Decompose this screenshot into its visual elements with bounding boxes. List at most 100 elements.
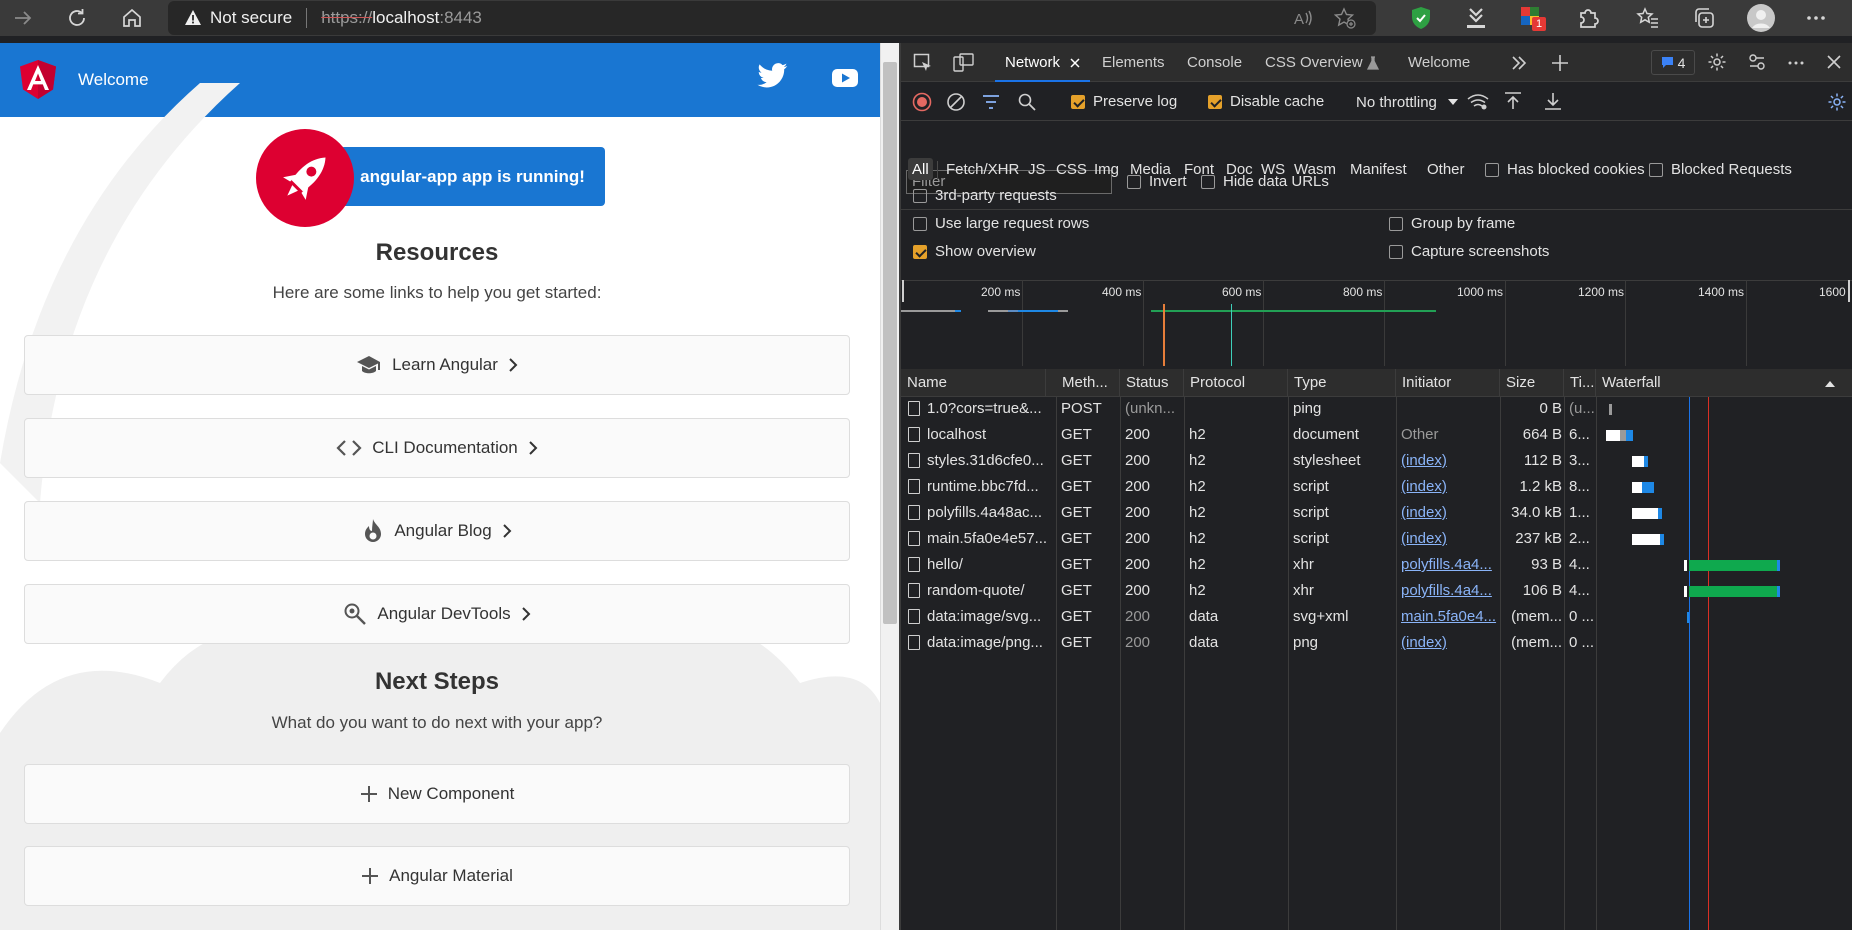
filter-toggle-button[interactable]: [982, 94, 1000, 110]
waterfall-bar[interactable]: [1689, 586, 1777, 597]
preserve-log-checkbox[interactable]: Preserve log: [1071, 93, 1177, 110]
type-filter-wasm[interactable]: Wasm: [1294, 158, 1336, 180]
waterfall-bar[interactable]: [1609, 404, 1612, 415]
show-overview-checkbox[interactable]: Show overview: [913, 243, 1036, 260]
issues-counter[interactable]: 4: [1651, 50, 1695, 75]
more-tabs-button[interactable]: [1511, 55, 1527, 71]
waterfall-bar[interactable]: [1660, 534, 1664, 545]
angular-blog-card[interactable]: Angular Blog: [24, 501, 850, 561]
cli-documentation-card[interactable]: CLI Documentation: [24, 418, 850, 478]
type-filter-ws[interactable]: WS: [1261, 158, 1285, 180]
close-icon[interactable]: [1070, 57, 1080, 68]
new-component-card[interactable]: New Component: [24, 764, 850, 824]
request-initiator[interactable]: (index): [1401, 476, 1497, 498]
waterfall-bar[interactable]: [1606, 430, 1620, 441]
preserve-log-box[interactable]: [1071, 94, 1085, 109]
waterfall-bar[interactable]: [1632, 456, 1644, 467]
tab-elements[interactable]: Elements: [1102, 43, 1165, 82]
column-name[interactable]: Name: [901, 369, 1046, 397]
type-filter-fetch-xhr[interactable]: Fetch/XHR: [946, 158, 1019, 180]
column-type[interactable]: Type: [1288, 369, 1396, 397]
disable-cache-checkbox[interactable]: Disable cache: [1208, 93, 1324, 110]
home-button[interactable]: [115, 1, 149, 35]
address-bar[interactable]: Not secure https:// localhost :8443 A: [168, 1, 1376, 35]
angular-material-card[interactable]: Angular Material: [24, 846, 850, 906]
column-time[interactable]: Ti...: [1564, 369, 1596, 397]
tab-css-overview[interactable]: CSS Overview: [1265, 43, 1379, 82]
devtools-menu-button[interactable]: [1787, 54, 1805, 72]
export-har-button[interactable]: [1544, 91, 1562, 111]
waterfall-bar[interactable]: [1777, 586, 1780, 597]
blocked-requests-checkbox[interactable]: Blocked Requests: [1649, 161, 1792, 178]
read-aloud-button[interactable]: A: [1292, 7, 1314, 29]
column-protocol[interactable]: Protocol: [1184, 369, 1288, 397]
request-row[interactable]: polyfills.4a48ac... GET 200 h2 script (index)…: [901, 502, 1852, 524]
capture-screenshots-checkbox[interactable]: Capture screenshots: [1389, 243, 1549, 260]
request-row[interactable]: main.5fa0e4e57... GET 200 h2 script (index) 23…: [901, 528, 1852, 550]
request-row[interactable]: data:image/svg... GET 200 data svg+xml main.5…: [901, 606, 1852, 628]
request-initiator[interactable]: (index): [1401, 632, 1497, 654]
column-waterfall[interactable]: Waterfall: [1596, 369, 1852, 397]
column-initiator[interactable]: Initiator: [1396, 369, 1500, 397]
has-blocked-cookies-checkbox[interactable]: Has blocked cookies: [1485, 161, 1645, 178]
request-row[interactable]: localhost GET 200 h2 document Other 664 B 6...: [901, 424, 1852, 446]
tab-network[interactable]: Network: [994, 43, 1091, 82]
waterfall-bar[interactable]: [1777, 560, 1780, 571]
shield-extension[interactable]: [1410, 6, 1432, 30]
request-initiator[interactable]: (index): [1401, 450, 1497, 472]
profile-button[interactable]: [1746, 3, 1776, 33]
flag-extension[interactable]: 1: [1520, 6, 1546, 32]
request-initiator[interactable]: polyfills.4a4...: [1401, 554, 1497, 576]
group-by-frame-box[interactable]: [1389, 216, 1403, 231]
waterfall-bar[interactable]: [1658, 508, 1662, 519]
type-filter-js[interactable]: JS: [1028, 158, 1046, 180]
waterfall-bar[interactable]: [1684, 560, 1687, 571]
waterfall-bar[interactable]: [1644, 456, 1648, 467]
waterfall-bar[interactable]: [1684, 586, 1687, 597]
waterfall-bar[interactable]: [1632, 508, 1658, 519]
search-button[interactable]: [1018, 93, 1036, 111]
devtools-close-button[interactable]: [1826, 54, 1842, 70]
group-by-frame-checkbox[interactable]: Group by frame: [1389, 215, 1515, 232]
large-rows-checkbox[interactable]: Use large request rows: [913, 215, 1089, 232]
favorites-button[interactable]: [1636, 6, 1660, 30]
disable-cache-box[interactable]: [1208, 94, 1222, 109]
twitter-link[interactable]: [757, 63, 789, 89]
request-initiator[interactable]: (index): [1401, 528, 1497, 550]
customize-button[interactable]: [1747, 52, 1767, 72]
new-tab-button[interactable]: [1551, 54, 1569, 72]
type-filter-media[interactable]: Media: [1130, 158, 1171, 180]
collections-button[interactable]: [1692, 6, 1716, 30]
device-emulation-button[interactable]: [953, 53, 975, 73]
waterfall-bar[interactable]: [1632, 482, 1642, 493]
forward-button[interactable]: [6, 1, 40, 35]
request-row[interactable]: random-quote/GET 200 h2 xhr polyfills.4a4...…: [901, 580, 1852, 602]
request-row[interactable]: runtime.bbc7fd... GET 200 h2 script (index) 1.…: [901, 476, 1852, 498]
angular-devtools-card[interactable]: Angular DevTools: [24, 584, 850, 644]
type-filter-other[interactable]: Other: [1427, 158, 1465, 180]
request-initiator[interactable]: main.5fa0e4...: [1401, 606, 1497, 628]
type-filter-font[interactable]: Font: [1184, 158, 1214, 180]
inspect-element-button[interactable]: [913, 53, 933, 73]
youtube-link[interactable]: [832, 68, 858, 88]
network-conditions-button[interactable]: [1467, 93, 1489, 111]
sort-ascending-icon[interactable]: [1824, 380, 1836, 388]
extensions-button[interactable]: [1576, 6, 1600, 30]
type-filter-manifest[interactable]: Manifest: [1350, 158, 1407, 180]
waterfall-bar[interactable]: [1632, 534, 1660, 545]
add-favorite-button[interactable]: [1334, 7, 1356, 29]
waterfall-bar[interactable]: [1642, 482, 1654, 493]
type-filter-img[interactable]: Img: [1094, 158, 1119, 180]
tab-welcome[interactable]: Welcome: [1408, 43, 1470, 82]
third-party-box[interactable]: [913, 188, 927, 203]
column-method[interactable]: Meth...: [1056, 369, 1120, 397]
waterfall-bar[interactable]: [1626, 430, 1633, 441]
has-blocked-cookies-box[interactable]: [1485, 162, 1499, 177]
devtools-settings-button[interactable]: [1707, 52, 1727, 72]
request-row[interactable]: data:image/png... GET 200 data png (index) (me…: [901, 632, 1852, 654]
refresh-button[interactable]: [60, 1, 94, 35]
download-extension[interactable]: [1464, 6, 1488, 30]
import-har-button[interactable]: [1504, 91, 1522, 111]
capture-screenshots-box[interactable]: [1389, 244, 1403, 259]
security-label[interactable]: Not secure: [210, 8, 292, 28]
